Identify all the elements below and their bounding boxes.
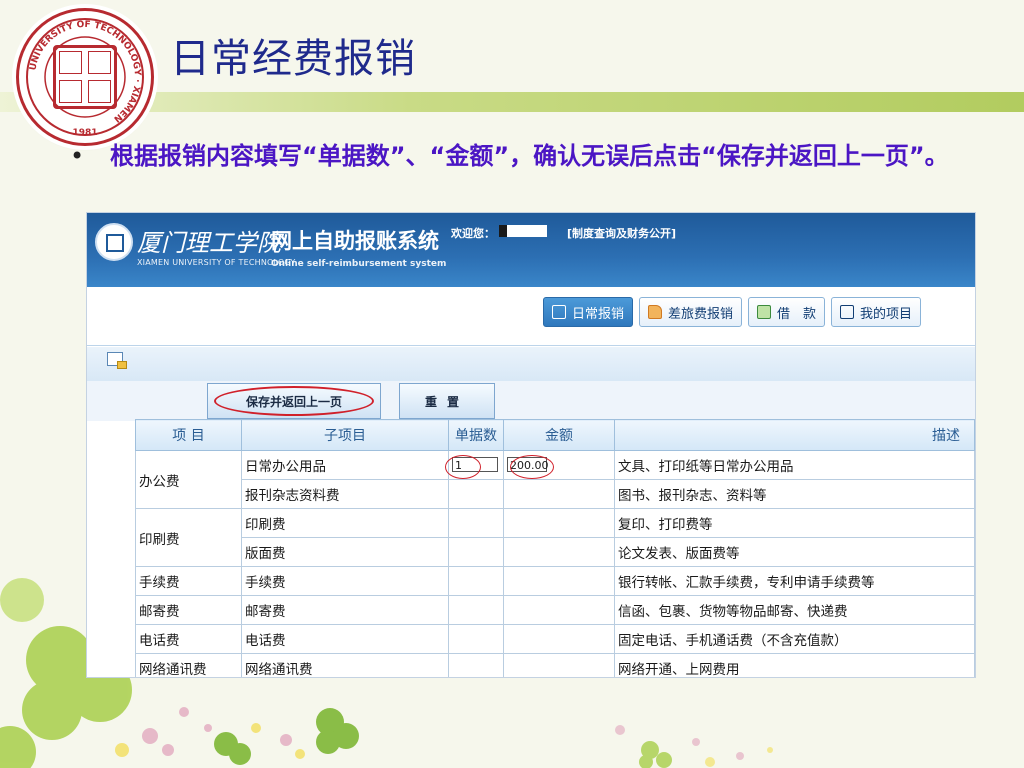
count-cell[interactable] [448,595,504,625]
system-header: 厦门理工学院 XIAMEN UNIVERSITY OF TECHNOLOGY 网… [87,213,975,287]
count-cell[interactable] [448,508,504,538]
school-name: 厦门理工学院 [137,229,281,257]
table-row: 版面费 论文发表、版面费等 [136,537,975,567]
description-cell: 文具、打印纸等日常办公用品 [614,450,975,480]
amount-cell[interactable] [503,653,615,677]
description-cell: 图书、报刊杂志、资料等 [614,479,975,509]
table-row: 邮寄费 邮寄费 信函、包裹、货物等物品邮寄、快递费 [135,595,975,625]
category-cell: 办公费 [135,450,242,509]
count-cell[interactable] [448,653,504,677]
subitem-cell: 日常办公用品 [241,450,449,480]
description-cell: 复印、打印费等 [614,508,975,538]
table-row: 办公费 日常办公用品 1 200.00 文具、打印纸等日常办公用品 [135,450,975,509]
save-and-return-button[interactable]: 保存并返回上一页 [207,383,381,419]
school-emblem-icon [95,223,133,261]
header-subitem: 子项目 [241,419,449,451]
header-band [0,92,1024,112]
description-cell: 网络开通、上网费用 [614,653,975,677]
amount-cell[interactable] [503,624,615,654]
tab-label: 借 款 [777,306,817,322]
expense-table: 项 目 子项目 单据数 金额 描述 办公费 日常办公用品 1 200.00 文具… [135,419,975,677]
category-cell: 网络通讯费 [135,653,242,677]
tab-label: 日常报销 [572,306,625,322]
truck-icon [648,305,663,319]
table-row: 网络通讯费 网络通讯费 网络开通、上网费用 [135,653,975,677]
subitem-cell: 电话费 [241,624,449,654]
tab-label: 我的项目 [860,306,913,322]
description-cell: 论文发表、版面费等 [614,537,975,567]
page-title: 日常经费报销 [170,37,416,81]
category-cell: 电话费 [135,624,242,654]
username-redacted [499,225,547,237]
logo-seal [53,45,117,109]
subitem-cell: 网络通讯费 [241,653,449,677]
bubble-decoration [615,725,773,768]
bullet-item: • 根据报销内容填写“单据数”、“金额”，确认无误后点击“保存并返回上一页”。 [70,140,990,172]
tab-travel-reimbursement[interactable]: 差旅费报销 [639,297,743,327]
amount-cell[interactable] [503,508,615,538]
form-icon[interactable] [107,352,127,369]
amount-cell[interactable] [503,566,615,596]
header-amount: 金额 [503,419,615,451]
tab-my-projects[interactable]: 我的项目 [831,297,922,327]
money-icon [757,305,772,319]
category-cell: 邮寄费 [135,595,242,625]
table-row: 印刷费 印刷费 复印、打印费等 [135,508,975,567]
policy-link[interactable]: [制度查询及财务公开] [567,225,676,241]
subitem-cell: 印刷费 [241,508,449,538]
university-logo: UNIVERSITY OF TECHNOLOGY · XIAMEN 1981 [16,8,154,146]
reset-button-label: 重置 [424,394,469,409]
header-description: 描述 [614,419,975,451]
count-cell[interactable] [448,566,504,596]
nav-tabs: 日常报销 差旅费报销 借 款 我的项目 [543,297,922,329]
count-cell[interactable] [448,479,504,509]
tab-label: 差旅费报销 [668,306,734,322]
tab-loan[interactable]: 借 款 [748,297,826,327]
annotation-circle [445,455,481,479]
app-screenshot: 厦门理工学院 XIAMEN UNIVERSITY OF TECHNOLOGY 网… [86,212,976,678]
table-row: 电话费 电话费 固定电话、手机通话费（不含充值款） [135,624,975,654]
bullet-dot-icon: • [70,142,85,170]
description-cell: 信函、包裹、货物等物品邮寄、快递费 [614,595,975,625]
category-cell: 印刷费 [135,508,242,567]
header-category: 项 目 [135,419,242,451]
table-header-row: 项 目 子项目 单据数 金额 描述 [135,419,975,451]
count-cell: 1 [445,450,504,480]
subitem-cell: 手续费 [241,566,449,596]
header-count: 单据数 [448,419,504,451]
logo-year: 1981 [72,128,97,138]
count-cell[interactable] [448,537,504,567]
toolbar [87,347,975,382]
amount-cell[interactable] [503,479,615,509]
tab-daily-reimbursement[interactable]: 日常报销 [543,297,634,327]
document-icon [552,305,566,319]
table-row: 手续费 手续费 银行转帐、汇款手续费，专利申请手续费等 [135,566,975,596]
system-name: 网上自助报账系统 [271,229,439,253]
description-cell: 固定电话、手机通话费（不含充值款） [614,624,975,654]
amount-cell[interactable] [503,537,615,567]
table-row: 报刊杂志资料费 图书、报刊杂志、资料等 [136,479,975,509]
subitem-cell: 邮寄费 [241,595,449,625]
annotation-circle [214,386,374,416]
subitem-cell: 版面费 [241,537,449,567]
reset-button[interactable]: 重置 [399,383,495,419]
subitem-cell: 报刊杂志资料费 [241,479,449,509]
amount-cell: 200.00 [503,450,615,480]
list-icon [840,305,855,319]
system-name-en: Online self-reimbursement system [271,259,447,269]
category-cell: 手续费 [135,566,242,596]
amount-cell[interactable] [503,595,615,625]
welcome-text: 欢迎您： [451,227,495,240]
divider [87,345,975,346]
count-cell[interactable] [448,624,504,654]
bullet-text: 根据报销内容填写“单据数”、“金额”，确认无误后点击“保存并返回上一页”。 [110,142,949,170]
description-cell: 银行转帐、汇款手续费，专利申请手续费等 [614,566,975,596]
annotation-circle [510,455,554,479]
